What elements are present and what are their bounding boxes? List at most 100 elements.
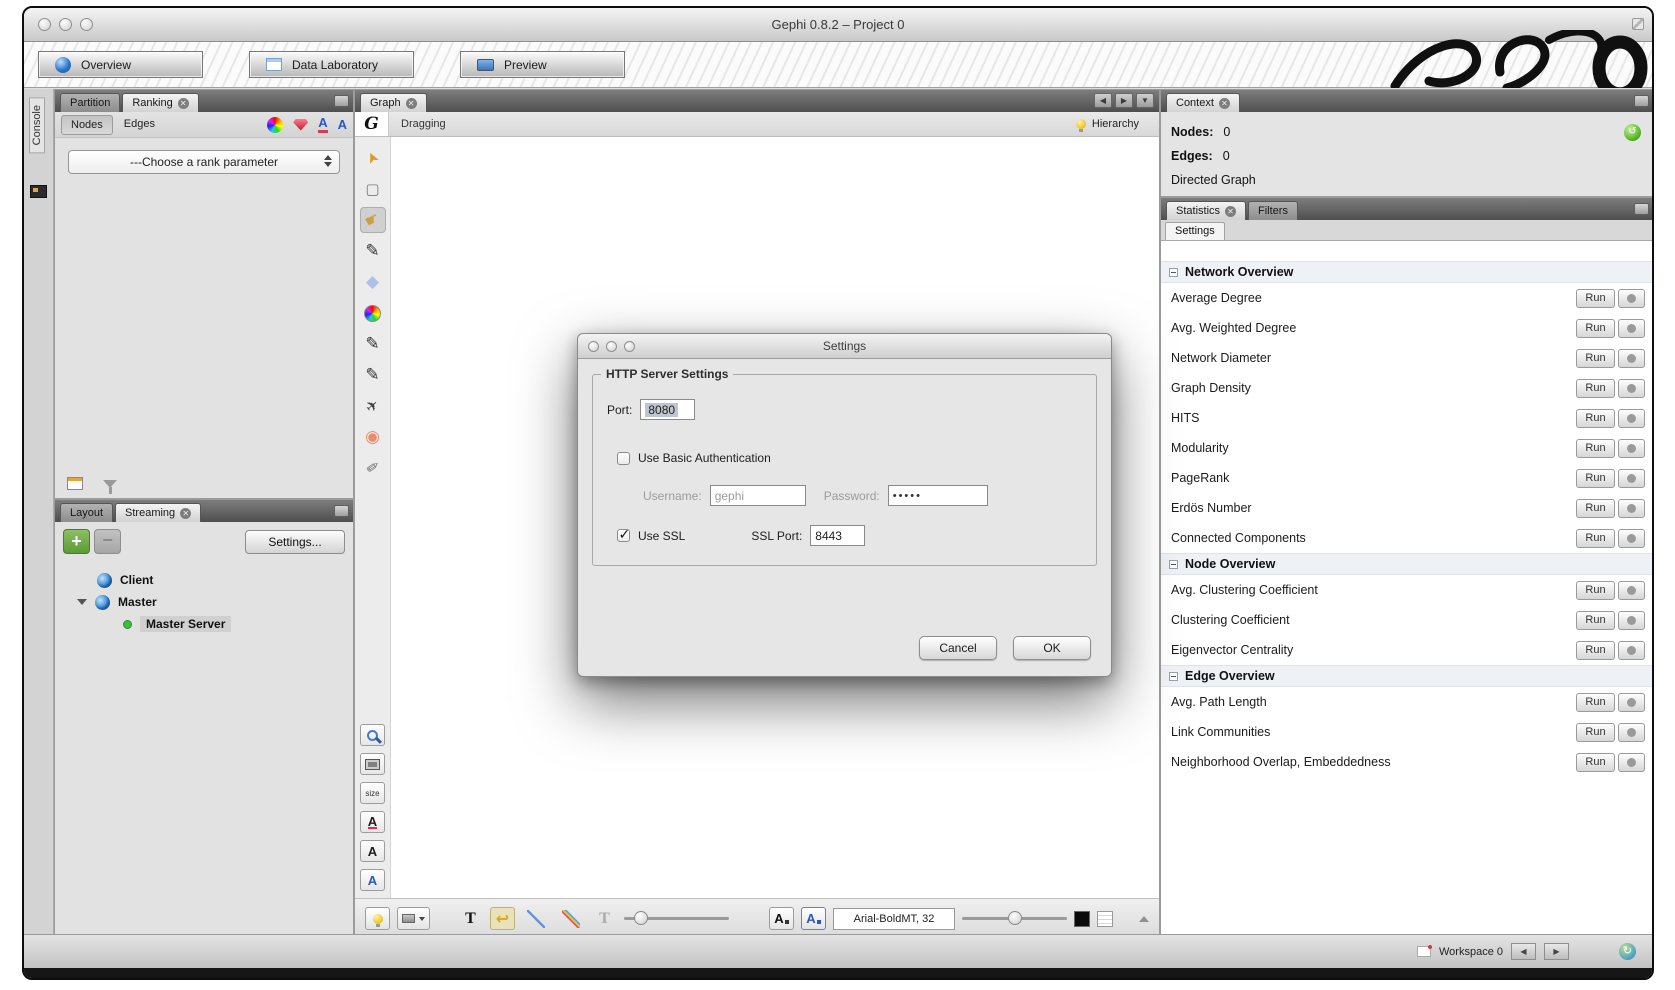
statistic-info-button[interactable] (1618, 581, 1645, 600)
scroll-tabs-right-button[interactable]: ▶ (1115, 93, 1133, 108)
center-graph-button[interactable] (360, 724, 385, 746)
statistic-info-button[interactable] (1618, 469, 1645, 488)
tab-context[interactable]: Context ✕ (1166, 93, 1240, 112)
collapse-icon[interactable] (1169, 268, 1178, 277)
background-color-chip[interactable] (1074, 911, 1090, 927)
run-button[interactable]: Run (1576, 409, 1615, 428)
close-icon[interactable]: ✕ (1219, 98, 1230, 109)
color-painter-tool[interactable] (360, 300, 386, 326)
run-button[interactable]: Run (1576, 753, 1615, 772)
size-mode-button[interactable]: size (360, 782, 385, 804)
preview-button[interactable]: Preview (460, 51, 625, 78)
label-size-icon[interactable]: A (338, 118, 347, 132)
remove-connection-button[interactable]: − (94, 529, 121, 554)
rank-parameter-dropdown[interactable]: ---Choose a rank parameter (68, 150, 340, 174)
streaming-settings-button[interactable]: Settings... (245, 530, 345, 554)
overview-button[interactable]: Overview (38, 51, 203, 78)
sizer-diamond-tool[interactable]: ◆ (360, 269, 386, 295)
ok-button[interactable]: OK (1013, 636, 1091, 660)
nodes-toggle[interactable]: Nodes (61, 115, 113, 135)
next-workspace-button[interactable]: ▶ (1544, 943, 1569, 960)
minimize-panel-icon[interactable] (1634, 95, 1649, 107)
slider-thumb[interactable] (634, 911, 648, 925)
scroll-tabs-left-button[interactable]: ◀ (1094, 93, 1112, 108)
refresh-icon[interactable]: ↺ (1624, 124, 1641, 141)
collapse-toolbar-icon[interactable] (1139, 916, 1149, 922)
statistic-info-button[interactable] (1618, 439, 1645, 458)
dialog-minimize-button[interactable] (606, 341, 617, 352)
dialog-close-button[interactable] (588, 341, 599, 352)
label-color-icon[interactable]: A (318, 116, 327, 133)
statistic-info-button[interactable] (1618, 289, 1645, 308)
edge-pencil-tool[interactable]: ✎ (360, 362, 386, 388)
close-icon[interactable]: ✕ (1225, 206, 1236, 217)
node-label-color-button[interactable]: A (769, 907, 794, 930)
label-color-mode-button[interactable]: A (360, 811, 385, 833)
show-edge-labels-button[interactable]: T (592, 907, 617, 930)
statistic-info-button[interactable] (1618, 641, 1645, 660)
tab-list-dropdown[interactable]: ▼ (1136, 93, 1154, 108)
data-laboratory-button[interactable]: Data Laboratory (249, 51, 414, 78)
close-icon[interactable]: ✕ (406, 98, 417, 109)
heatmap-tool[interactable]: ◉ (360, 424, 386, 450)
collapse-icon[interactable] (1169, 672, 1178, 681)
mouse-cursor-tool[interactable]: ➤ (360, 145, 386, 171)
minimize-panel-icon[interactable] (1634, 203, 1649, 215)
tree-item-client[interactable]: Client (55, 569, 353, 591)
console-icon[interactable] (30, 185, 47, 198)
statistic-info-button[interactable] (1618, 319, 1645, 338)
statistic-info-button[interactable] (1618, 409, 1645, 428)
run-button[interactable]: Run (1576, 379, 1615, 398)
section-header-node-overview[interactable]: Node Overview (1161, 553, 1653, 575)
run-button[interactable]: Run (1576, 693, 1615, 712)
minimize-window-button[interactable] (59, 18, 72, 31)
section-header-network-overview[interactable]: Network Overview (1161, 261, 1653, 283)
collapse-icon[interactable] (1169, 560, 1178, 569)
close-window-button[interactable] (38, 18, 51, 31)
tab-streaming[interactable]: Streaming ✕ (115, 503, 201, 522)
run-button[interactable]: Run (1576, 611, 1615, 630)
node-pencil-tool[interactable]: ✎ (360, 331, 386, 357)
close-icon[interactable]: ✕ (180, 508, 191, 519)
minimize-panel-icon[interactable] (334, 505, 349, 517)
tree-item-master-server[interactable]: Master Server (55, 613, 353, 635)
use-ssl-checkbox[interactable] (617, 529, 630, 542)
statistic-info-button[interactable] (1618, 723, 1645, 742)
label-attributes-dropdown[interactable] (397, 907, 430, 930)
minimize-panel-icon[interactable] (334, 95, 349, 107)
tab-ranking[interactable]: Ranking ✕ (122, 93, 198, 112)
dialog-zoom-button[interactable] (624, 341, 635, 352)
tab-statistics[interactable]: Statistics ✕ (1166, 201, 1246, 220)
show-edges-button[interactable] (522, 907, 550, 930)
labels-settings-icon[interactable] (1097, 911, 1113, 927)
screenshot-button[interactable] (360, 753, 385, 775)
run-button[interactable]: Run (1576, 469, 1615, 488)
background-light-button[interactable] (365, 907, 390, 930)
console-tab[interactable]: Console (29, 97, 45, 153)
run-button[interactable]: Run (1576, 581, 1615, 600)
tab-partition[interactable]: Partition (60, 93, 120, 112)
edge-label-color-button[interactable]: A (801, 907, 826, 930)
drag-hand-tool[interactable]: ☛ (360, 207, 386, 233)
show-node-labels-button[interactable]: T (458, 907, 483, 930)
statistic-info-button[interactable] (1618, 529, 1645, 548)
username-input[interactable]: gephi (710, 485, 806, 506)
statistic-info-button[interactable] (1618, 611, 1645, 630)
port-input[interactable]: 8080 (640, 399, 695, 420)
statistic-info-button[interactable] (1618, 349, 1645, 368)
edge-arrow-button[interactable]: ↩ (490, 907, 515, 930)
fullscreen-icon[interactable] (1632, 18, 1644, 30)
subtab-settings[interactable]: Settings (1165, 222, 1225, 240)
hierarchy-control[interactable]: Hierarchy (1076, 118, 1139, 130)
password-input[interactable]: ••••• (888, 485, 988, 506)
expander-icon[interactable] (77, 599, 87, 605)
tab-layout[interactable]: Layout (60, 503, 113, 522)
statistic-info-button[interactable] (1618, 499, 1645, 518)
tab-filters[interactable]: Filters (1248, 201, 1298, 220)
basic-auth-checkbox[interactable] (617, 452, 630, 465)
edge-arrow-tool[interactable]: ✐ (360, 455, 386, 481)
run-button[interactable]: Run (1576, 499, 1615, 518)
statistic-info-button[interactable] (1618, 753, 1645, 772)
tab-graph[interactable]: Graph ✕ (360, 93, 427, 112)
run-button[interactable]: Run (1576, 319, 1615, 338)
